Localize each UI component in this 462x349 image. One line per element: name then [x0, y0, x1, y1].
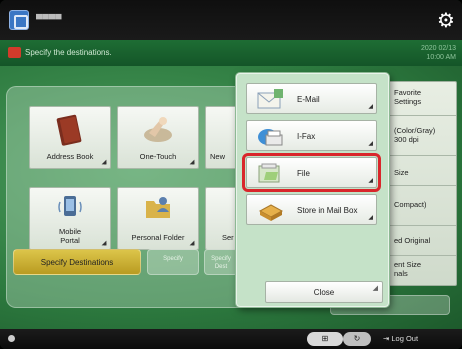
settings-panel: Favorite Settings (Color/Gray) 300 dpi S… [385, 81, 457, 286]
email-icon [257, 89, 283, 109]
home-icon[interactable] [9, 10, 29, 30]
status-dot-icon [8, 335, 15, 342]
email-button[interactable]: E-Mail ◢ [246, 83, 377, 114]
file-button[interactable]: File ◢ [242, 153, 381, 192]
favorite-settings-button[interactable]: Favorite Settings [386, 82, 456, 116]
expand-arrow-icon [101, 159, 107, 165]
message-text: Specify the destinations. [25, 48, 112, 57]
file-icon [258, 163, 280, 183]
mobile-portal-label: Mobile Portal [58, 227, 82, 245]
specify-dest-ghost-button[interactable]: Specify Dest [204, 249, 238, 275]
resize-corner-icon: ◢ [372, 285, 378, 292]
expand-arrow-icon [189, 159, 195, 165]
expand-arrow-icon: ◢ [368, 104, 373, 110]
gear-icon[interactable]: ⚙ [435, 9, 457, 31]
file-label: File [297, 169, 310, 178]
mailbox-icon [258, 204, 284, 221]
one-touch-label: One-Touch [139, 152, 177, 161]
size-original-setting[interactable]: ent Size nals [386, 256, 456, 286]
address-book-button[interactable]: Address Book [29, 106, 111, 169]
logout-label: Log Out [391, 334, 419, 343]
mobile-portal-icon [58, 196, 82, 216]
original-setting[interactable]: ed Original [386, 226, 456, 256]
ifax-icon [258, 129, 283, 146]
expand-arrow-icon: ◢ [368, 215, 373, 221]
ifax-button[interactable]: I-Fax ◢ [246, 120, 377, 151]
device-screen: ▀▀▀▀ ⚙ Specify the destinations. 2020 02… [0, 0, 462, 349]
store-in-mailbox-label: Store in Mail Box [297, 206, 358, 215]
message-bar: Specify the destinations. 2020 02/13 10:… [0, 40, 462, 66]
user-label: ▀▀▀▀ [36, 14, 62, 24]
counter-icon-button[interactable]: ⊞ [307, 332, 343, 346]
close-label: Close [313, 288, 335, 297]
specify-ghost-button[interactable]: Specify [147, 249, 199, 275]
expand-arrow-icon: ◢ [368, 141, 373, 147]
one-touch-button[interactable]: One-Touch [117, 106, 199, 169]
address-book-icon [56, 114, 82, 146]
status-monitor-icon-button[interactable]: ↻ [343, 332, 371, 346]
address-book-label: Address Book [46, 152, 94, 161]
email-label: E-Mail [297, 95, 320, 104]
expand-arrow-icon: ◢ [368, 178, 373, 184]
destination-type-popup: E-Mail ◢ I-Fax ◢ File ◢ Store in Mail Bo… [236, 73, 389, 307]
store-in-mailbox-button[interactable]: Store in Mail Box ◢ [246, 194, 377, 225]
top-bar: ▀▀▀▀ ⚙ [0, 0, 462, 40]
personal-folder-button[interactable]: Personal Folder [117, 187, 199, 250]
expand-arrow-icon [189, 240, 195, 246]
size-setting[interactable]: Size [386, 156, 456, 186]
resolution-setting[interactable]: (Color/Gray) 300 dpi [386, 116, 456, 156]
one-touch-icon [144, 117, 172, 142]
logout-button[interactable]: ⇥ Log Out [383, 332, 418, 346]
personal-folder-icon [146, 197, 170, 218]
ifax-label: I-Fax [297, 132, 316, 141]
message-icon [8, 47, 21, 58]
mobile-portal-button[interactable]: Mobile Portal [29, 187, 111, 250]
personal-folder-label: Personal Folder [131, 233, 185, 242]
close-button[interactable]: Close ◢ [265, 281, 383, 303]
datetime: 2020 02/13 10:00 AM [420, 45, 456, 61]
compact-setting[interactable]: Compact) [386, 186, 456, 226]
bottom-bar: ⊞ ↻ ⇥ Log Out [0, 329, 462, 349]
specify-destinations-button[interactable]: Specify Destinations [13, 249, 141, 275]
expand-arrow-icon [101, 240, 107, 246]
